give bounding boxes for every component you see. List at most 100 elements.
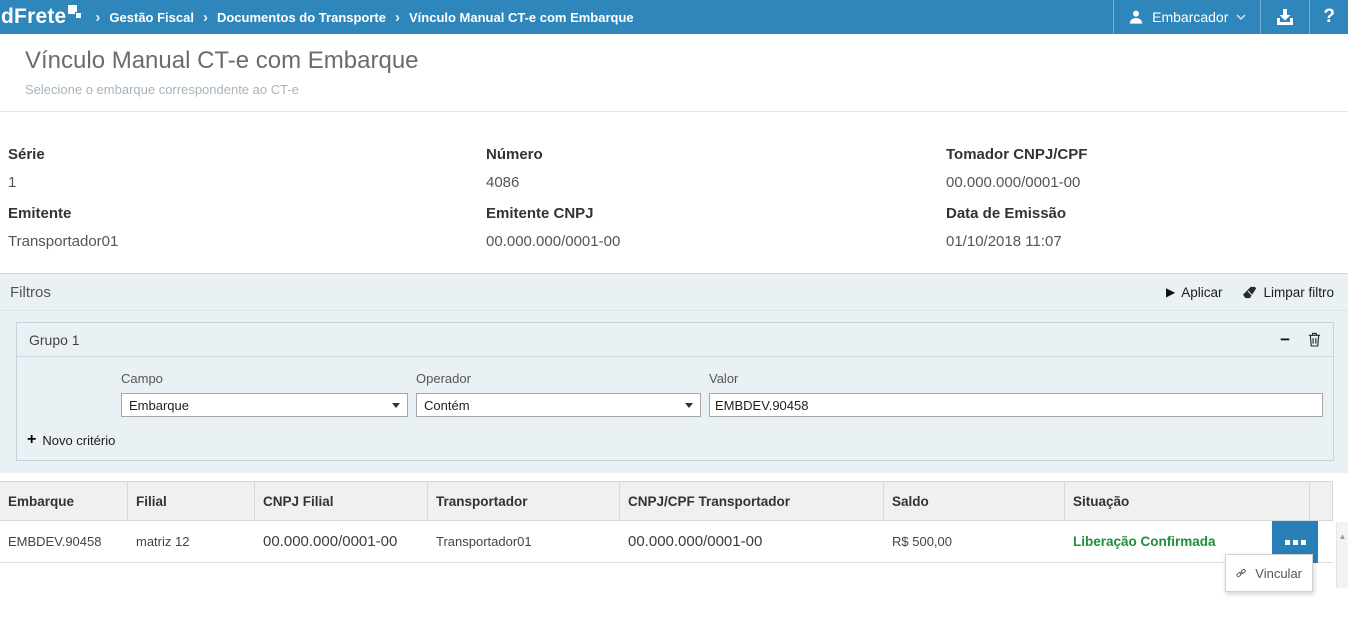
field-value: 4086 — [486, 174, 946, 191]
operador-label: Operador — [416, 371, 701, 386]
vincular-label: Vincular — [1255, 566, 1302, 581]
filters-title: Filtros — [10, 284, 51, 301]
chevron-right-icon: › — [95, 10, 100, 25]
field-value: Transportador01 — [8, 233, 486, 250]
column-header-actions — [1310, 482, 1333, 520]
new-criteria-button[interactable]: + Novo critério — [27, 432, 115, 448]
column-header-saldo: Saldo — [884, 482, 1065, 520]
chevron-down-icon — [1236, 14, 1246, 20]
logo-text: ddFrete — [0, 2, 66, 32]
ellipsis-icon — [1301, 540, 1306, 545]
app-logo[interactable]: ddFrete — [0, 2, 83, 32]
trash-icon — [1308, 332, 1321, 347]
column-header-cnpj-transportador: CNPJ/CPF Transportador — [620, 482, 884, 520]
cell-transportador: Transportador01 — [428, 534, 620, 549]
cte-details: Série 1 Número 4086 Tomador CNPJ/CPF 00.… — [0, 112, 1348, 273]
link-icon — [1236, 565, 1246, 581]
cell-embarque: EMBDEV.90458 — [0, 534, 128, 549]
user-menu-label: Embarcador — [1152, 9, 1228, 25]
scroll-up-icon: ▲ — [1339, 532, 1347, 541]
field-label: Emitente — [8, 205, 486, 222]
campo-select[interactable]: Embarque — [121, 393, 408, 417]
new-criteria-label: Novo critério — [42, 433, 115, 448]
table-scrollbar[interactable]: ▲ — [1336, 522, 1348, 588]
breadcrumb-item-gestao-fiscal[interactable]: Gestão Fiscal — [109, 10, 194, 25]
delete-group-button[interactable] — [1308, 332, 1321, 347]
field-value: 00.000.000/0001-00 — [486, 233, 946, 250]
filter-group-title: Grupo 1 — [29, 332, 80, 348]
field-value: 1 — [8, 174, 486, 191]
filters-section: Filtros ▶ Aplicar Limpar filtro Grupo 1 … — [0, 273, 1348, 473]
criterion-valor: Valor — [709, 371, 1323, 417]
field-emitente: Emitente Transportador01 — [8, 205, 486, 250]
valor-label: Valor — [709, 371, 1323, 386]
column-header-transportador: Transportador — [428, 482, 620, 520]
field-value: 01/10/2018 11:07 — [946, 233, 1340, 250]
valor-input[interactable] — [709, 393, 1323, 417]
cell-cnpj-transportador: 00.000.000/0001-00 — [620, 533, 884, 550]
user-menu[interactable]: Embarcador — [1113, 0, 1260, 34]
column-header-filial: Filial — [128, 482, 255, 520]
clear-filter-label: Limpar filtro — [1263, 285, 1334, 300]
filters-actions: ▶ Aplicar Limpar filtro — [1166, 285, 1338, 300]
breadcrumb: › Gestão Fiscal › Documentos do Transpor… — [95, 10, 633, 25]
caret-down-icon — [392, 403, 400, 408]
field-label: Tomador CNPJ/CPF — [946, 146, 1340, 163]
chevron-right-icon: › — [395, 10, 400, 25]
page-subtitle: Selecione o embarque correspondente ao C… — [25, 82, 1323, 97]
filter-criteria-row: Campo Embarque Operador Contém Valor — [17, 357, 1333, 417]
breadcrumb-item-documentos-transporte[interactable]: Documentos do Transporte — [217, 10, 386, 25]
filters-bar: Filtros ▶ Aplicar Limpar filtro — [0, 274, 1348, 311]
download-button[interactable] — [1260, 0, 1309, 34]
operador-select[interactable]: Contém — [416, 393, 701, 417]
field-label: Série — [8, 146, 486, 163]
filter-group-header: Grupo 1 − — [17, 323, 1333, 357]
criterion-campo: Campo Embarque — [121, 371, 408, 417]
vincular-menu-item[interactable]: Vincular — [1226, 555, 1312, 591]
field-serie: Série 1 — [8, 146, 486, 191]
page-header: Vínculo Manual CT-e com Embarque Selecio… — [0, 34, 1348, 112]
collapse-group-icon[interactable]: − — [1280, 331, 1290, 348]
clear-filter-button[interactable]: Limpar filtro — [1242, 285, 1334, 300]
download-icon — [1275, 8, 1295, 26]
eraser-icon — [1242, 286, 1257, 299]
criterion-operador: Operador Contém — [416, 371, 701, 417]
field-data-emissao: Data de Emissão 01/10/2018 11:07 — [946, 205, 1340, 250]
field-emitente-cnpj: Emitente CNPJ 00.000.000/0001-00 — [486, 205, 946, 250]
operador-selected-value: Contém — [424, 398, 470, 413]
chevron-right-icon: › — [203, 10, 208, 25]
page-title: Vínculo Manual CT-e com Embarque — [25, 47, 1323, 75]
row-actions-menu: Vincular — [1225, 554, 1313, 592]
column-header-embarque: Embarque — [0, 482, 128, 520]
top-navbar: ddFrete › Gestão Fiscal › Documentos do … — [0, 0, 1348, 34]
apply-filter-button[interactable]: ▶ Aplicar — [1166, 285, 1223, 300]
user-icon — [1128, 9, 1144, 25]
field-label: Data de Emissão — [946, 205, 1340, 222]
table-header-row: Embarque Filial CNPJ Filial Transportado… — [0, 481, 1333, 521]
campo-label: Campo — [121, 371, 408, 386]
ellipsis-icon — [1293, 540, 1298, 545]
campo-selected-value: Embarque — [129, 398, 189, 413]
question-mark-icon: ? — [1323, 6, 1335, 28]
play-icon: ▶ — [1166, 285, 1175, 299]
plus-icon: + — [27, 432, 36, 448]
navbar-right: Embarcador ? — [1113, 0, 1348, 34]
cell-filial: matriz 12 — [128, 534, 255, 549]
filter-group-actions: − — [1280, 331, 1321, 348]
breadcrumb-item-vinculo-manual[interactable]: Vínculo Manual CT-e com Embarque — [409, 10, 634, 25]
filter-group-panel: Grupo 1 − Campo Embarque — [16, 322, 1334, 461]
table-row[interactable]: EMBDEV.90458 matriz 12 00.000.000/0001-0… — [0, 521, 1333, 563]
help-button[interactable]: ? — [1309, 0, 1348, 34]
cell-saldo: R$ 500,00 — [884, 534, 1065, 549]
field-label: Número — [486, 146, 946, 163]
caret-down-icon — [685, 403, 693, 408]
field-value: 00.000.000/0001-00 — [946, 174, 1340, 191]
cell-cnpj-filial: 00.000.000/0001-00 — [255, 533, 428, 550]
results-table: Embarque Filial CNPJ Filial Transportado… — [0, 481, 1348, 563]
field-numero: Número 4086 — [486, 146, 946, 191]
ellipsis-icon — [1285, 540, 1290, 545]
logo-icon — [68, 5, 83, 21]
field-label: Emitente CNPJ — [486, 205, 946, 222]
apply-filter-label: Aplicar — [1181, 285, 1222, 300]
field-tomador-cnpj: Tomador CNPJ/CPF 00.000.000/0001-00 — [946, 146, 1340, 191]
